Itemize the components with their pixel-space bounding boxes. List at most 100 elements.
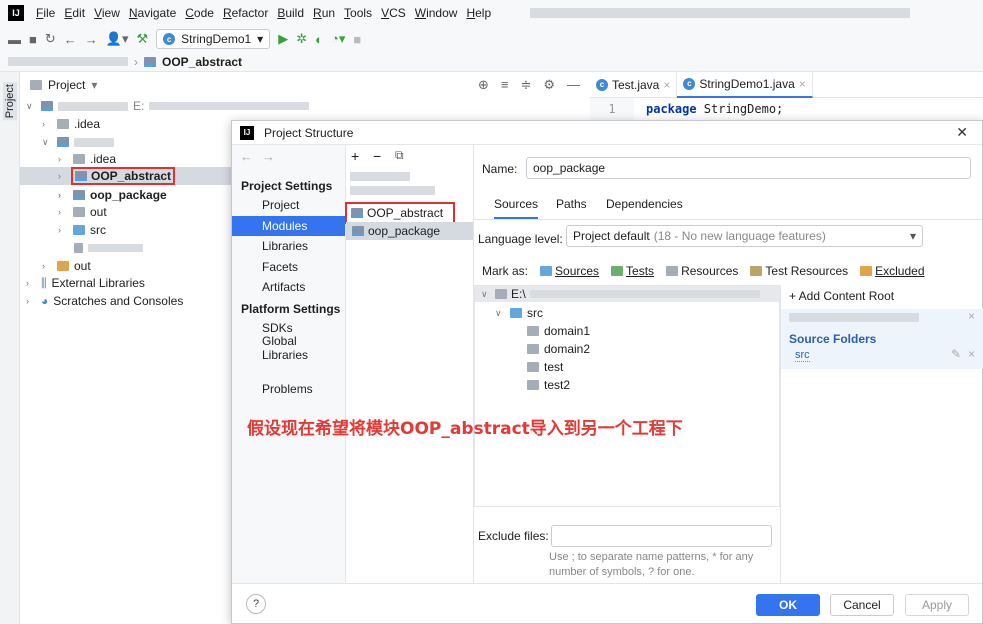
tree-item-idea[interactable]: › .idea xyxy=(42,115,100,133)
tree-item-external-libraries[interactable]: › ⫼ External Libraries xyxy=(26,274,145,292)
edit-icon[interactable]: ✎ xyxy=(951,347,961,361)
forward-icon[interactable]: → xyxy=(262,149,275,164)
menu-build[interactable]: Build xyxy=(277,6,304,20)
code-editor[interactable]: 1 package StringDemo; xyxy=(590,98,983,120)
chevron-right-icon[interactable]: › xyxy=(42,261,52,271)
locate-icon[interactable]: ⊕ xyxy=(478,77,489,93)
tab-sources[interactable]: Sources xyxy=(494,197,539,219)
menu-run[interactable]: Run xyxy=(313,6,335,20)
mark-test-resources-button[interactable]: Test Resources xyxy=(750,264,848,278)
module-item-oop-abstract[interactable]: OOP_abstract xyxy=(345,202,455,224)
tree-item-test[interactable]: test xyxy=(527,358,563,376)
run-icon[interactable]: ▶ xyxy=(278,31,288,47)
menu-tools[interactable]: Tools xyxy=(344,6,372,20)
chevron-right-icon[interactable]: › xyxy=(58,207,68,217)
tree-item-test2[interactable]: test2 xyxy=(527,376,570,394)
menu-window[interactable]: Window xyxy=(415,6,458,20)
gear-icon[interactable]: ⚙ xyxy=(543,77,555,93)
close-icon[interactable]: × xyxy=(663,78,670,92)
cancel-button[interactable]: Cancel xyxy=(830,594,894,616)
back-icon[interactable]: ← xyxy=(64,32,77,47)
language-level-select[interactable]: Project default (18 - No new language fe… xyxy=(566,225,923,247)
nav-item-facets[interactable]: Facets xyxy=(232,257,345,277)
menu-view[interactable]: View xyxy=(94,6,120,20)
mark-excluded-button[interactable]: Excluded xyxy=(860,264,925,278)
close-icon[interactable]: × xyxy=(968,309,975,323)
tree-item-inner-idea[interactable]: › .idea xyxy=(58,150,116,168)
chevron-right-icon[interactable]: › xyxy=(26,278,36,288)
mark-tests-button[interactable]: Tests xyxy=(611,264,654,278)
tree-item-iml[interactable] xyxy=(74,239,143,257)
tree-item-domain2[interactable]: domain2 xyxy=(527,340,590,358)
close-icon[interactable]: × xyxy=(799,77,806,91)
nav-item-artifacts[interactable]: Artifacts xyxy=(232,277,345,297)
tab-paths[interactable]: Paths xyxy=(556,197,587,217)
content-root-row[interactable]: ∨ E:\ xyxy=(475,286,780,302)
chevron-right-icon[interactable]: › xyxy=(42,119,52,129)
source-folder-item[interactable]: src xyxy=(795,349,810,362)
user-icon[interactable]: 👤▾ xyxy=(106,31,129,47)
mark-resources-button[interactable]: Resources xyxy=(666,264,738,278)
module-item-oop-package[interactable]: oop_package xyxy=(346,222,473,240)
tree-root[interactable]: ∨ E: xyxy=(26,97,310,115)
add-icon[interactable]: + xyxy=(351,148,359,164)
nav-item-libraries[interactable]: Libraries xyxy=(232,236,345,256)
tab-stringdemo1-java[interactable]: c StringDemo1.java × xyxy=(677,71,813,98)
chevron-right-icon[interactable]: › xyxy=(58,154,68,164)
back-icon[interactable]: ← xyxy=(240,149,253,164)
tree-item-src[interactable]: › src xyxy=(58,221,106,239)
menu-code[interactable]: Code xyxy=(185,6,214,20)
save-icon[interactable]: ■ xyxy=(29,32,37,47)
nav-item-global-libraries[interactable]: Global Libraries xyxy=(232,334,345,362)
breadcrumb-current[interactable]: OOP_abstract xyxy=(162,55,242,69)
remove-icon[interactable]: − xyxy=(373,148,381,164)
nav-item-problems[interactable]: Problems xyxy=(232,379,345,399)
add-content-root-link[interactable]: + Add Content Root xyxy=(789,289,894,303)
collapse-all-icon[interactable]: ≑ xyxy=(520,77,531,93)
run-config-select[interactable]: c StringDemo1 ▾ xyxy=(156,29,271,49)
tree-item-src[interactable]: ∨ src xyxy=(495,304,543,322)
close-icon[interactable]: × xyxy=(968,347,975,361)
chevron-right-icon[interactable]: › xyxy=(58,171,68,181)
module-name-input[interactable]: oop_package xyxy=(526,157,971,179)
stop-icon[interactable]: ■ xyxy=(353,32,361,47)
tree-item-domain1[interactable]: domain1 xyxy=(527,322,590,340)
menu-file[interactable]: File xyxy=(36,6,55,20)
sync-icon[interactable]: ↻ xyxy=(45,31,56,47)
tree-item-out-inner[interactable]: › out xyxy=(58,203,107,221)
chevron-right-icon[interactable]: › xyxy=(58,190,68,200)
menu-edit[interactable]: Edit xyxy=(64,6,85,20)
chevron-right-icon[interactable]: › xyxy=(26,296,36,306)
coverage-icon[interactable]: ◐ xyxy=(315,32,323,47)
nav-item-modules[interactable]: Modules xyxy=(232,216,345,236)
forward-icon[interactable]: → xyxy=(85,32,98,47)
profile-icon[interactable]: ◔▾ xyxy=(331,31,345,47)
menu-vcs[interactable]: VCS xyxy=(381,6,406,20)
tab-test-java[interactable]: c Test.java × xyxy=(590,71,678,98)
hide-icon[interactable]: — xyxy=(567,77,580,93)
chevron-down-icon[interactable]: ∨ xyxy=(26,101,36,112)
menu-help[interactable]: Help xyxy=(466,6,491,20)
apply-button[interactable]: Apply xyxy=(905,594,969,616)
close-icon[interactable]: ✕ xyxy=(956,124,968,141)
tab-dependencies[interactable]: Dependencies xyxy=(606,197,683,217)
menu-navigate[interactable]: Navigate xyxy=(129,6,176,20)
expand-all-icon[interactable]: ≡ xyxy=(501,77,509,93)
ok-button[interactable]: OK xyxy=(756,594,820,616)
chevron-down-icon[interactable]: ∨ xyxy=(42,137,52,148)
chevron-right-icon[interactable]: › xyxy=(58,225,68,235)
open-folder-icon[interactable]: ▬ xyxy=(8,32,21,47)
menu-refactor[interactable]: Refactor xyxy=(223,6,268,20)
mark-sources-button[interactable]: Sources xyxy=(540,264,599,278)
copy-icon[interactable]: ⧉ xyxy=(395,148,404,163)
nav-item-project[interactable]: Project xyxy=(232,195,345,215)
project-tool-button[interactable]: Project xyxy=(3,82,17,121)
chevron-down-icon[interactable]: ▾ xyxy=(91,78,97,92)
tree-item-scratches[interactable]: › ◕ Scratches and Consoles xyxy=(26,292,183,310)
content-root-tree[interactable]: ∨ E:\ ∨ src domain1 domain2 test test2 xyxy=(474,285,780,507)
debug-icon[interactable]: ✲ xyxy=(296,31,307,47)
tree-item-oop-package[interactable]: › oop_package xyxy=(58,186,167,204)
project-view-label[interactable]: Project xyxy=(48,78,85,92)
build-hammer-icon[interactable]: ⚒ xyxy=(136,31,148,47)
tree-item-out[interactable]: › out xyxy=(42,257,91,275)
